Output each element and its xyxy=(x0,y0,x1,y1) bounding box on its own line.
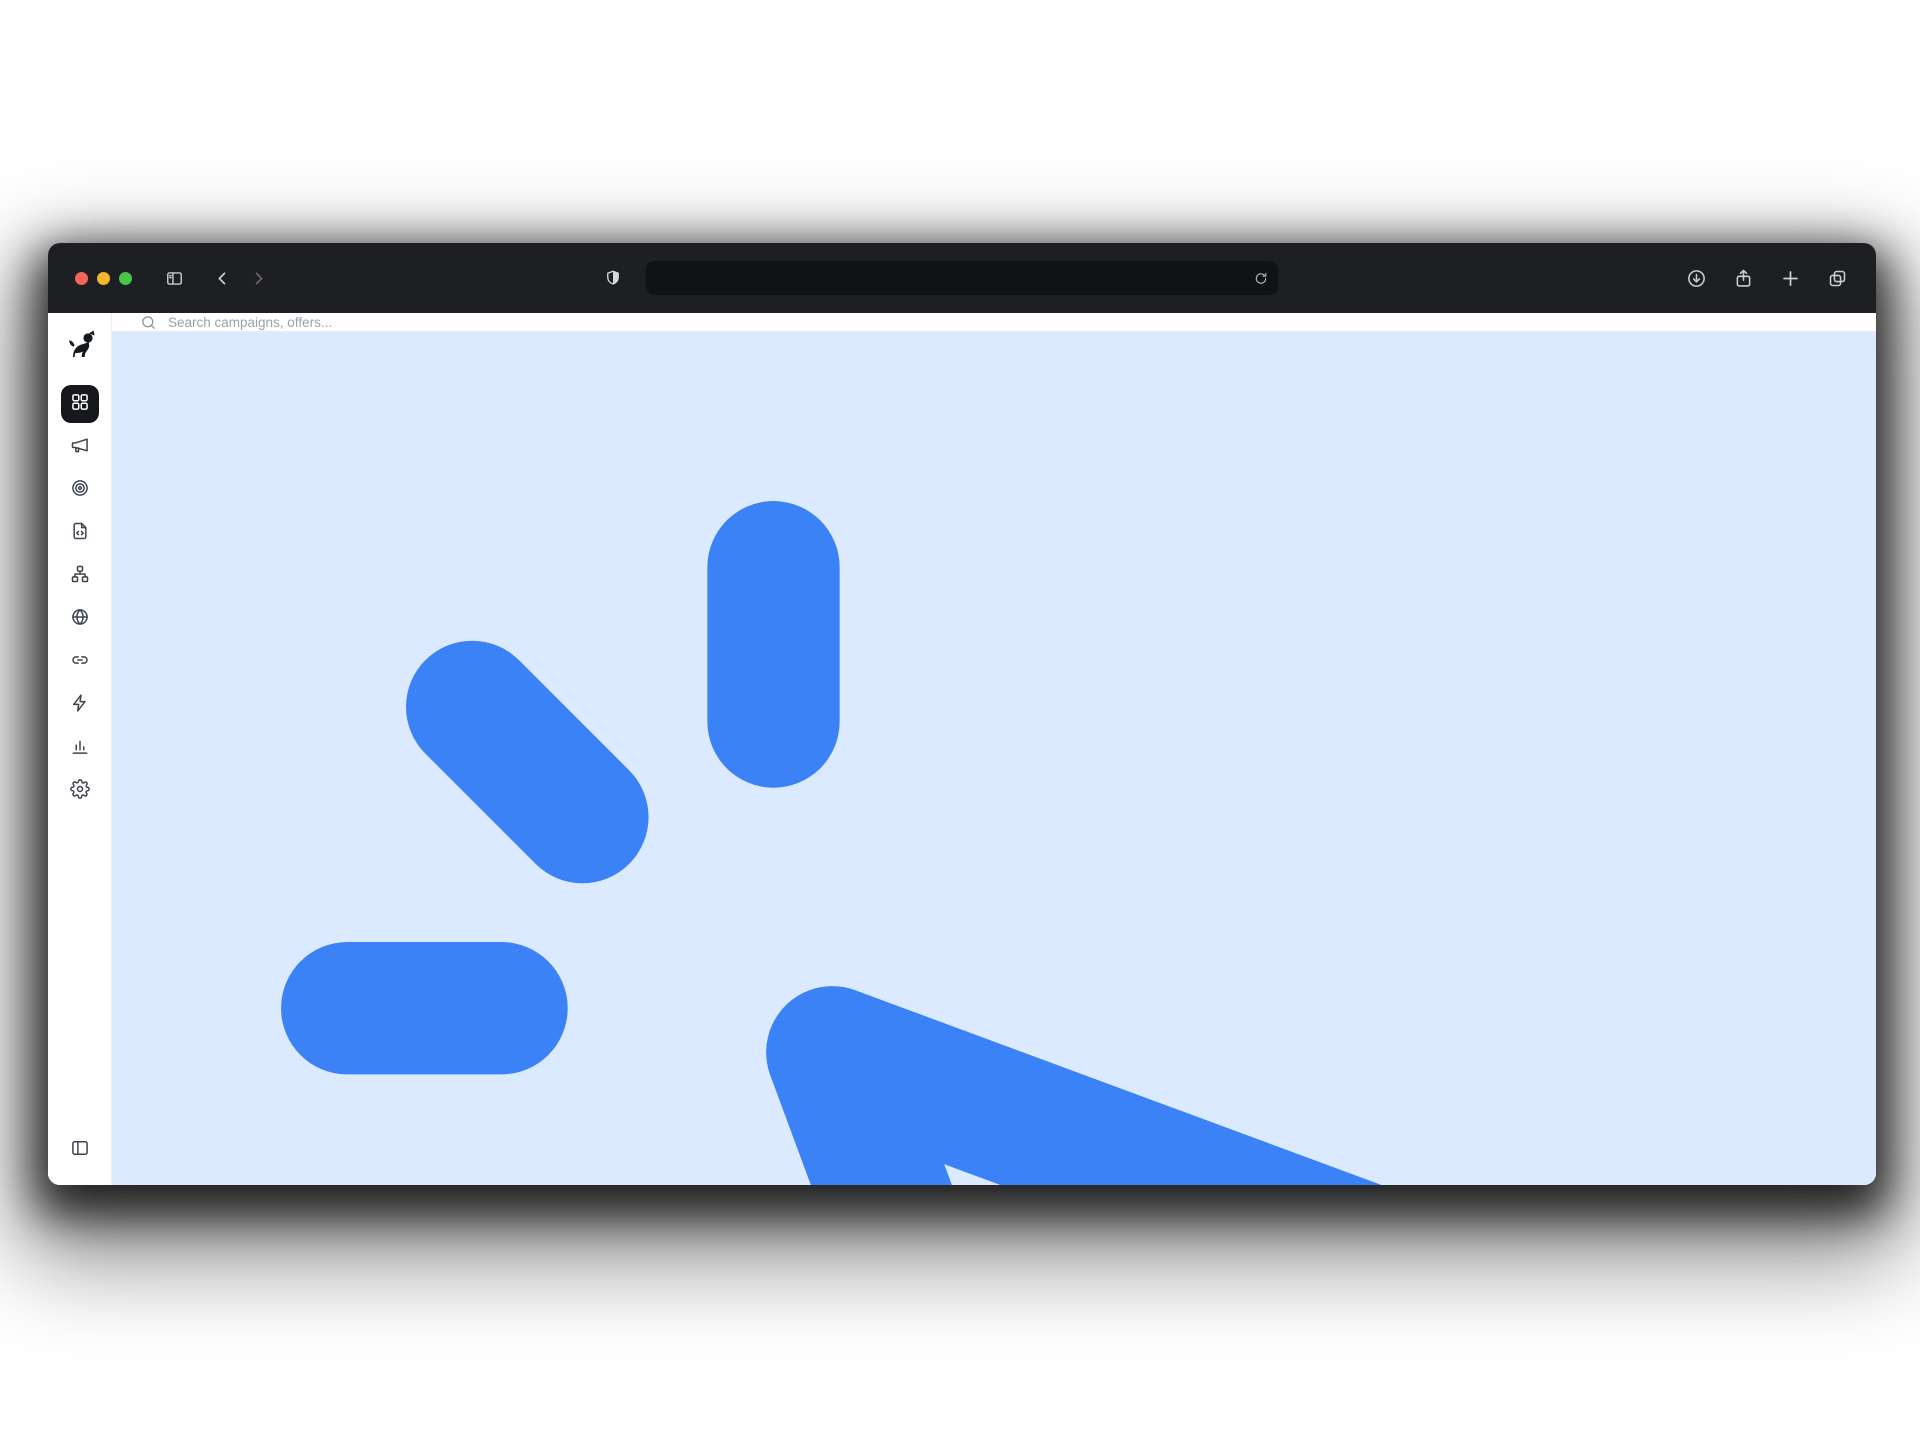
sidebar-item-settings[interactable] xyxy=(61,772,99,810)
gear-icon xyxy=(70,779,90,804)
sidebar-item-funnels[interactable] xyxy=(61,557,99,595)
kpi-row: CLIQUES4.0KÚNICOS2.8KCR4.28%CUSTOR$ 6.19… xyxy=(112,332,1876,1185)
dashboard-main: CLIQUES4.0KÚNICOS2.8KCR4.28%CUSTOR$ 6.19… xyxy=(112,332,1876,1185)
app-topbar xyxy=(112,313,1876,332)
link-icon xyxy=(70,650,90,675)
sidebar-item-campaigns[interactable] xyxy=(61,428,99,466)
back-icon[interactable] xyxy=(213,269,232,288)
sitemap-icon xyxy=(70,564,90,589)
forward-icon[interactable] xyxy=(249,269,268,288)
topbar-actions xyxy=(1828,313,1848,331)
privacy-shield-icon[interactable] xyxy=(604,269,622,287)
sidebar-item-dashboard[interactable] xyxy=(61,385,99,423)
zap-icon xyxy=(70,693,90,718)
megaphone-icon xyxy=(70,435,90,460)
minimize-window-button[interactable] xyxy=(97,272,110,285)
sidebar-item-targets[interactable] xyxy=(61,471,99,509)
sidebar-item-reports[interactable] xyxy=(61,729,99,767)
sidebar-item-domains[interactable] xyxy=(61,600,99,638)
search-icon xyxy=(140,314,157,331)
downloads-icon[interactable] xyxy=(1686,268,1707,289)
app-sidebar xyxy=(48,313,112,1185)
browser-window: CLIQUES4.0KÚNICOS2.8KCR4.28%CUSTOR$ 6.19… xyxy=(48,243,1876,1185)
layout-grid-icon xyxy=(70,392,90,417)
sidebar-item-links[interactable] xyxy=(61,643,99,681)
address-bar[interactable] xyxy=(646,261,1279,295)
target-icon xyxy=(70,478,90,503)
reload-icon[interactable] xyxy=(1254,271,1269,286)
browser-sidebar-toggle-icon[interactable] xyxy=(165,269,184,288)
desktop-background: CLIQUES4.0KÚNICOS2.8KCR4.28%CUSTOR$ 6.19… xyxy=(0,0,1920,1440)
sidebar-item-scripts[interactable] xyxy=(61,514,99,552)
globe-icon xyxy=(70,607,90,632)
toolbar-actions xyxy=(1686,243,1848,313)
collapse-sidebar-icon[interactable] xyxy=(70,1138,90,1163)
search-input[interactable] xyxy=(168,315,1828,330)
bar-chart-icon xyxy=(70,736,90,761)
browser-toolbar xyxy=(48,243,1876,313)
app-frame: CLIQUES4.0KÚNICOS2.8KCR4.28%CUSTOR$ 6.19… xyxy=(48,313,1876,1185)
tab-overview-icon[interactable] xyxy=(1827,268,1848,289)
sidebar-nav xyxy=(61,385,99,810)
traffic-lights xyxy=(48,272,132,285)
cursor-click-icon xyxy=(112,332,1876,1185)
zoom-window-button[interactable] xyxy=(119,272,132,285)
file-code-icon xyxy=(70,521,90,546)
app-logo-dog-icon xyxy=(64,329,96,361)
kpi-card-cliques: CLIQUES4.0K xyxy=(112,332,1876,1185)
app-content: CLIQUES4.0KÚNICOS2.8KCR4.28%CUSTOR$ 6.19… xyxy=(112,313,1876,1185)
share-icon[interactable] xyxy=(1733,268,1754,289)
close-window-button[interactable] xyxy=(75,272,88,285)
sidebar-item-integrations[interactable] xyxy=(61,686,99,724)
new-tab-icon[interactable] xyxy=(1780,268,1801,289)
